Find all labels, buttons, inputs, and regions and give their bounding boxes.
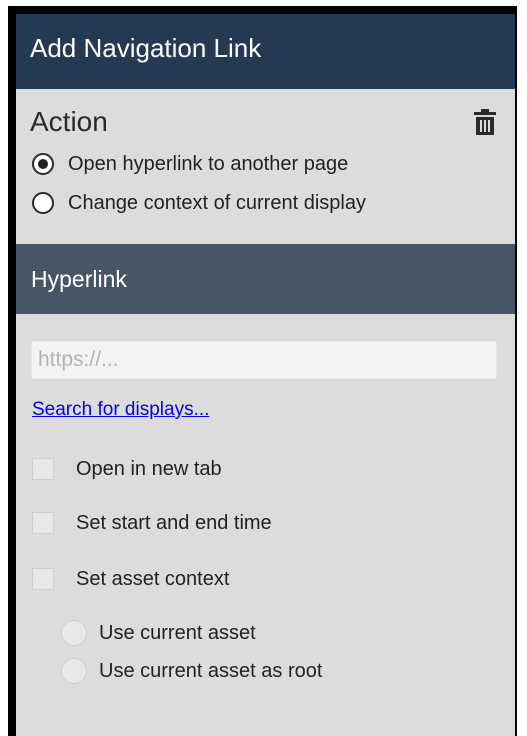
title-bar: Add Navigation Link (16, 14, 515, 89)
radio-button-selected[interactable] (32, 153, 54, 175)
checkbox-label: Set asset context (76, 567, 230, 590)
checkbox-open-in-new-tab[interactable]: Open in new tab (32, 456, 222, 482)
hyperlink-section-header: Hyperlink (16, 244, 515, 314)
action-heading: Action (30, 106, 108, 137)
checkbox-label: Set start and end time (76, 511, 272, 534)
checkbox-label: Open in new tab (76, 457, 222, 480)
radio-label: Use current asset (99, 621, 256, 644)
add-navigation-link-panel: Add Navigation Link Action Open hyperlin… (16, 14, 515, 736)
checkbox[interactable] (32, 458, 54, 480)
checkbox-set-start-end-time[interactable]: Set start and end time (32, 510, 272, 536)
checkbox-set-asset-context[interactable]: Set asset context (32, 566, 229, 592)
radio-use-current-asset[interactable]: Use current asset (61, 619, 256, 647)
section-title: Hyperlink (31, 266, 127, 292)
checkbox[interactable] (32, 568, 54, 590)
radio-change-context[interactable]: Change context of current display (32, 189, 366, 217)
radio-button[interactable] (61, 658, 87, 684)
radio-label: Open hyperlink to another page (68, 152, 349, 175)
radio-button[interactable] (61, 620, 87, 646)
url-input[interactable] (31, 341, 497, 379)
checkbox[interactable] (32, 512, 54, 534)
radio-open-hyperlink[interactable]: Open hyperlink to another page (32, 150, 348, 178)
search-displays-link[interactable]: Search for displays... (32, 399, 209, 421)
radio-button[interactable] (32, 192, 54, 214)
radio-label: Change context of current display (68, 191, 366, 214)
radio-use-current-asset-as-root[interactable]: Use current asset as root (61, 657, 322, 685)
dialog-title: Add Navigation Link (30, 33, 262, 63)
trash-icon[interactable] (473, 108, 497, 136)
radio-label: Use current asset as root (99, 659, 323, 682)
